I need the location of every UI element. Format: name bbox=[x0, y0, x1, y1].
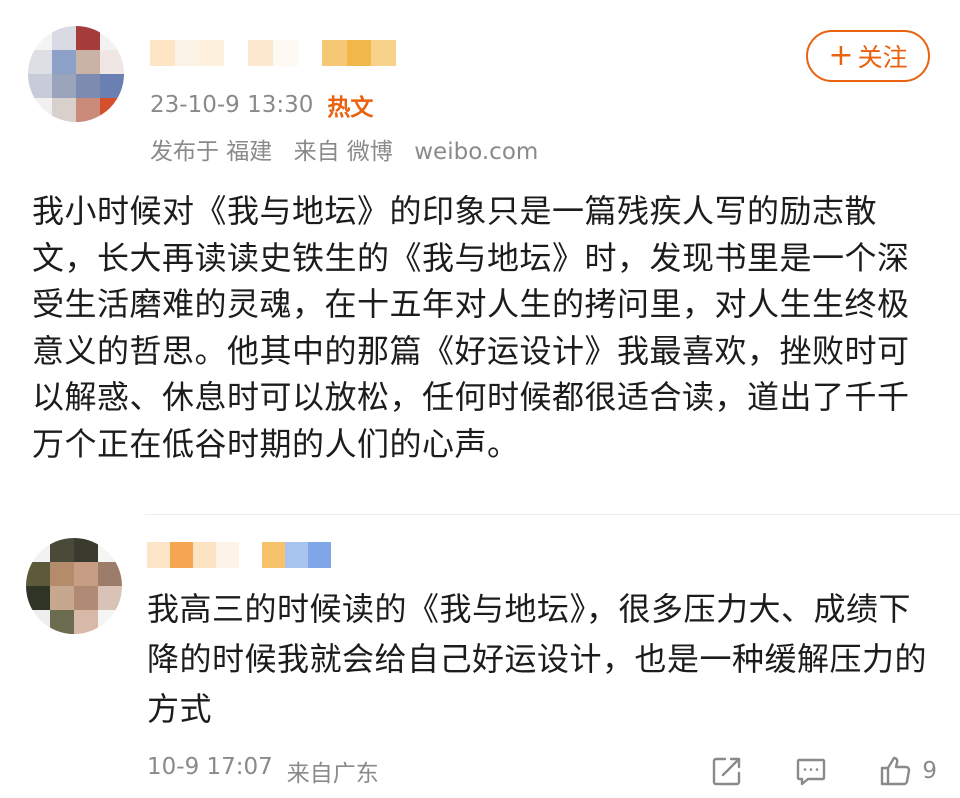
like-count: 9 bbox=[922, 758, 937, 784]
comment-icon bbox=[797, 758, 826, 786]
author-name[interactable] bbox=[150, 40, 396, 66]
reply-button[interactable] bbox=[794, 754, 828, 788]
share-icon bbox=[713, 757, 741, 786]
author-avatar[interactable] bbox=[28, 26, 124, 122]
like-button[interactable]: 9 bbox=[878, 754, 937, 788]
commenter-avatar[interactable] bbox=[26, 538, 122, 634]
follow-button[interactable]: + 关注 bbox=[806, 30, 930, 82]
comment-footer: 10-9 17:07 来自广东 9 bbox=[147, 754, 937, 788]
follow-button-label: 关注 bbox=[857, 43, 908, 72]
comment-timestamp: 10-9 17:07 bbox=[147, 754, 273, 780]
plus-icon: + bbox=[828, 38, 854, 73]
divider bbox=[145, 514, 960, 515]
post-site: weibo.com bbox=[414, 139, 539, 165]
comment-source: 来自广东 bbox=[286, 761, 379, 787]
comment-body-text: 我高三的时候读的《我与地坛》，很多压力大、成绩下降的时候我就会给自己好运设计，也… bbox=[147, 590, 928, 728]
post-source: 来自 微博 bbox=[293, 139, 393, 165]
post-location: 发布于 福建 bbox=[150, 139, 273, 165]
post-body-text: 我小时候对《我与地坛》的印象只是一篇残疾人写的励志散文，长大再读读史铁生的《我与… bbox=[32, 192, 910, 463]
hot-post-badge: 热文 bbox=[327, 95, 374, 121]
thumbs-up-icon bbox=[881, 756, 911, 786]
commenter-name[interactable] bbox=[147, 542, 331, 568]
post-timestamp: 23-10-9 13:30 bbox=[150, 92, 314, 118]
post-source-line: 发布于 福建 来自 微博 weibo.com bbox=[150, 132, 552, 166]
share-button[interactable] bbox=[710, 754, 744, 788]
